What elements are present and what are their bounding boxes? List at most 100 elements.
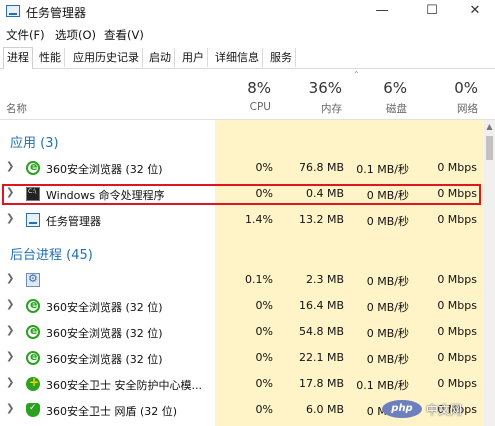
process-network: 0 Mbps bbox=[437, 351, 477, 364]
process-row[interactable]: ❯ 360安全浏览器 (32 位) 0% 76.8 MB 0.1 MB/秒 0 … bbox=[0, 156, 484, 180]
menu-view[interactable]: 查看(V) bbox=[104, 27, 144, 43]
tab-details[interactable]: 详细信息 bbox=[212, 48, 263, 67]
task-manager-icon bbox=[6, 5, 20, 17]
expand-chevron-icon[interactable]: ❯ bbox=[6, 273, 14, 284]
menu-file[interactable]: 文件(F) bbox=[6, 27, 45, 43]
process-disk: 0 MB/秒 bbox=[366, 301, 409, 314]
browser-icon bbox=[26, 350, 40, 365]
window-title: 任务管理器 bbox=[26, 6, 87, 20]
expand-chevron-icon[interactable]: ❯ bbox=[6, 351, 14, 362]
highlight-box bbox=[2, 184, 481, 205]
process-memory: 54.8 MB bbox=[298, 325, 344, 338]
browser-icon bbox=[26, 324, 40, 339]
process-cpu: 0% bbox=[255, 161, 273, 174]
process-name: 360安全浏览器 (32 位) bbox=[46, 353, 163, 366]
security-guard-icon bbox=[26, 375, 40, 391]
expand-chevron-icon[interactable]: ❯ bbox=[6, 377, 14, 388]
process-row[interactable]: ❯ 0.1% 2.3 MB 0 MB/秒 0 Mbps bbox=[0, 268, 484, 292]
tab-services[interactable]: 服务 bbox=[267, 48, 296, 67]
scroll-thumb[interactable] bbox=[486, 136, 493, 160]
process-name: 360安全浏览器 (32 位) bbox=[46, 327, 163, 340]
process-name: 360安全浏览器 (32 位) bbox=[46, 163, 163, 176]
process-memory: 76.8 MB bbox=[298, 161, 344, 174]
process-name: 任务管理器 bbox=[46, 215, 101, 228]
process-cpu: 0% bbox=[255, 377, 273, 390]
process-cpu: 1.4% bbox=[245, 213, 273, 226]
process-disk: 0 MB/秒 bbox=[366, 353, 409, 366]
expand-chevron-icon[interactable]: ❯ bbox=[6, 403, 14, 414]
process-memory: 22.1 MB bbox=[298, 351, 344, 364]
menu-options[interactable]: 选项(O) bbox=[55, 27, 96, 43]
header-cpu[interactable]: 8% CPU bbox=[215, 69, 277, 119]
header-disk-label: 磁盘 bbox=[386, 103, 407, 115]
process-row[interactable]: ❯ 360安全浏览器 (32 位) 0% 54.8 MB 0 MB/秒 0 Mb… bbox=[0, 320, 484, 344]
expand-chevron-icon[interactable]: ❯ bbox=[6, 213, 14, 224]
process-network: 0 Mbps bbox=[437, 273, 477, 286]
process-cpu: 0% bbox=[255, 325, 273, 338]
process-list: 应用 (3) ❯ 360安全浏览器 (32 位) 0% 76.8 MB 0.1 … bbox=[0, 120, 484, 426]
browser-icon bbox=[26, 298, 40, 313]
process-network: 0 Mbps bbox=[437, 161, 477, 174]
scroll-up-icon[interactable]: ▲ bbox=[484, 122, 495, 131]
tab-startup[interactable]: 启动 bbox=[146, 48, 175, 67]
process-network: 0 Mbps bbox=[437, 213, 477, 226]
task-manager-icon bbox=[26, 213, 40, 227]
process-memory: 16.4 MB bbox=[298, 299, 344, 312]
process-memory: 6.0 MB bbox=[305, 403, 344, 416]
process-cpu: 0% bbox=[255, 403, 273, 416]
tab-bar: 进程 性能 应用历史记录 启动 用户 详细信息 服务 bbox=[0, 46, 495, 70]
process-network: 0 Mbps bbox=[437, 325, 477, 338]
minimize-button[interactable]: — bbox=[362, 0, 402, 24]
process-memory: 13.2 MB bbox=[298, 213, 344, 226]
group-header-background[interactable]: 后台进程 (45) bbox=[10, 244, 93, 263]
expand-chevron-icon[interactable]: ❯ bbox=[6, 299, 14, 310]
process-disk: 0.1 MB/秒 bbox=[356, 163, 409, 176]
header-cpu-label: CPU bbox=[249, 101, 271, 113]
title-bar: 任务管理器 — ☐ ✕ bbox=[0, 0, 495, 24]
browser-icon bbox=[26, 160, 40, 175]
process-cpu: 0% bbox=[255, 351, 273, 364]
header-memory-percent: 36% bbox=[308, 79, 342, 97]
process-row[interactable]: ❯ 360安全浏览器 (32 位) 0% 16.4 MB 0 MB/秒 0 Mb… bbox=[0, 294, 484, 318]
column-header: 名称 8% CPU ⌃ 36% 内存 6% 磁盘 0% 网络 bbox=[0, 69, 495, 120]
process-disk: 0 MB/秒 bbox=[366, 327, 409, 340]
group-header-apps[interactable]: 应用 (3) bbox=[10, 132, 59, 151]
process-disk: 0 MB/秒 bbox=[366, 275, 409, 288]
process-row[interactable]: ❯ 360安全卫士 安全防护中心模... 0% 17.8 MB 0.1 MB/秒… bbox=[0, 372, 484, 396]
process-network: 0 Mbps bbox=[437, 299, 477, 312]
header-network[interactable]: 0% 网络 bbox=[413, 69, 484, 119]
vertical-scrollbar[interactable]: ▲ bbox=[484, 120, 495, 426]
header-disk[interactable]: 6% 磁盘 bbox=[348, 69, 413, 119]
header-disk-percent: 6% bbox=[383, 79, 407, 97]
process-disk: 0.1 MB/秒 bbox=[356, 379, 409, 392]
header-name[interactable]: 名称 bbox=[0, 69, 215, 119]
close-button[interactable]: ✕ bbox=[455, 0, 495, 24]
tab-app-history[interactable]: 应用历史记录 bbox=[70, 48, 143, 67]
tab-processes[interactable]: 进程 bbox=[3, 47, 33, 70]
header-network-label: 网络 bbox=[457, 103, 478, 115]
watermark: php 中文网 bbox=[382, 398, 492, 420]
expand-chevron-icon[interactable]: ❯ bbox=[6, 325, 14, 336]
process-cpu: 0% bbox=[255, 299, 273, 312]
menu-bar: 文件(F) 选项(O) 查看(V) bbox=[0, 24, 495, 44]
header-memory-label: 内存 bbox=[321, 103, 342, 115]
header-cpu-percent: 8% bbox=[247, 79, 271, 97]
process-name: 360安全卫士 网盾 (32 位) bbox=[46, 405, 178, 418]
tab-performance[interactable]: 性能 bbox=[36, 48, 65, 67]
process-name: 360安全浏览器 (32 位) bbox=[46, 301, 163, 314]
process-row[interactable]: ❯ 任务管理器 1.4% 13.2 MB 0 MB/秒 0 Mbps bbox=[0, 208, 484, 232]
process-name: 360安全卫士 安全防护中心模... bbox=[46, 379, 202, 392]
tab-users[interactable]: 用户 bbox=[179, 48, 208, 67]
process-memory: 17.8 MB bbox=[298, 377, 344, 390]
header-memory[interactable]: 36% 内存 bbox=[277, 69, 348, 119]
process-disk: 0 MB/秒 bbox=[366, 215, 409, 228]
maximize-button[interactable]: ☐ bbox=[412, 0, 452, 24]
header-name-label: 名称 bbox=[6, 103, 27, 115]
process-network: 0 Mbps bbox=[437, 377, 477, 390]
shield-icon bbox=[26, 403, 40, 417]
header-network-percent: 0% bbox=[454, 79, 478, 97]
expand-chevron-icon[interactable]: ❯ bbox=[6, 161, 14, 172]
watermark-text: 中文网 bbox=[426, 403, 463, 417]
gear-icon bbox=[26, 272, 40, 287]
process-row[interactable]: ❯ 360安全浏览器 (32 位) 0% 22.1 MB 0 MB/秒 0 Mb… bbox=[0, 346, 484, 370]
